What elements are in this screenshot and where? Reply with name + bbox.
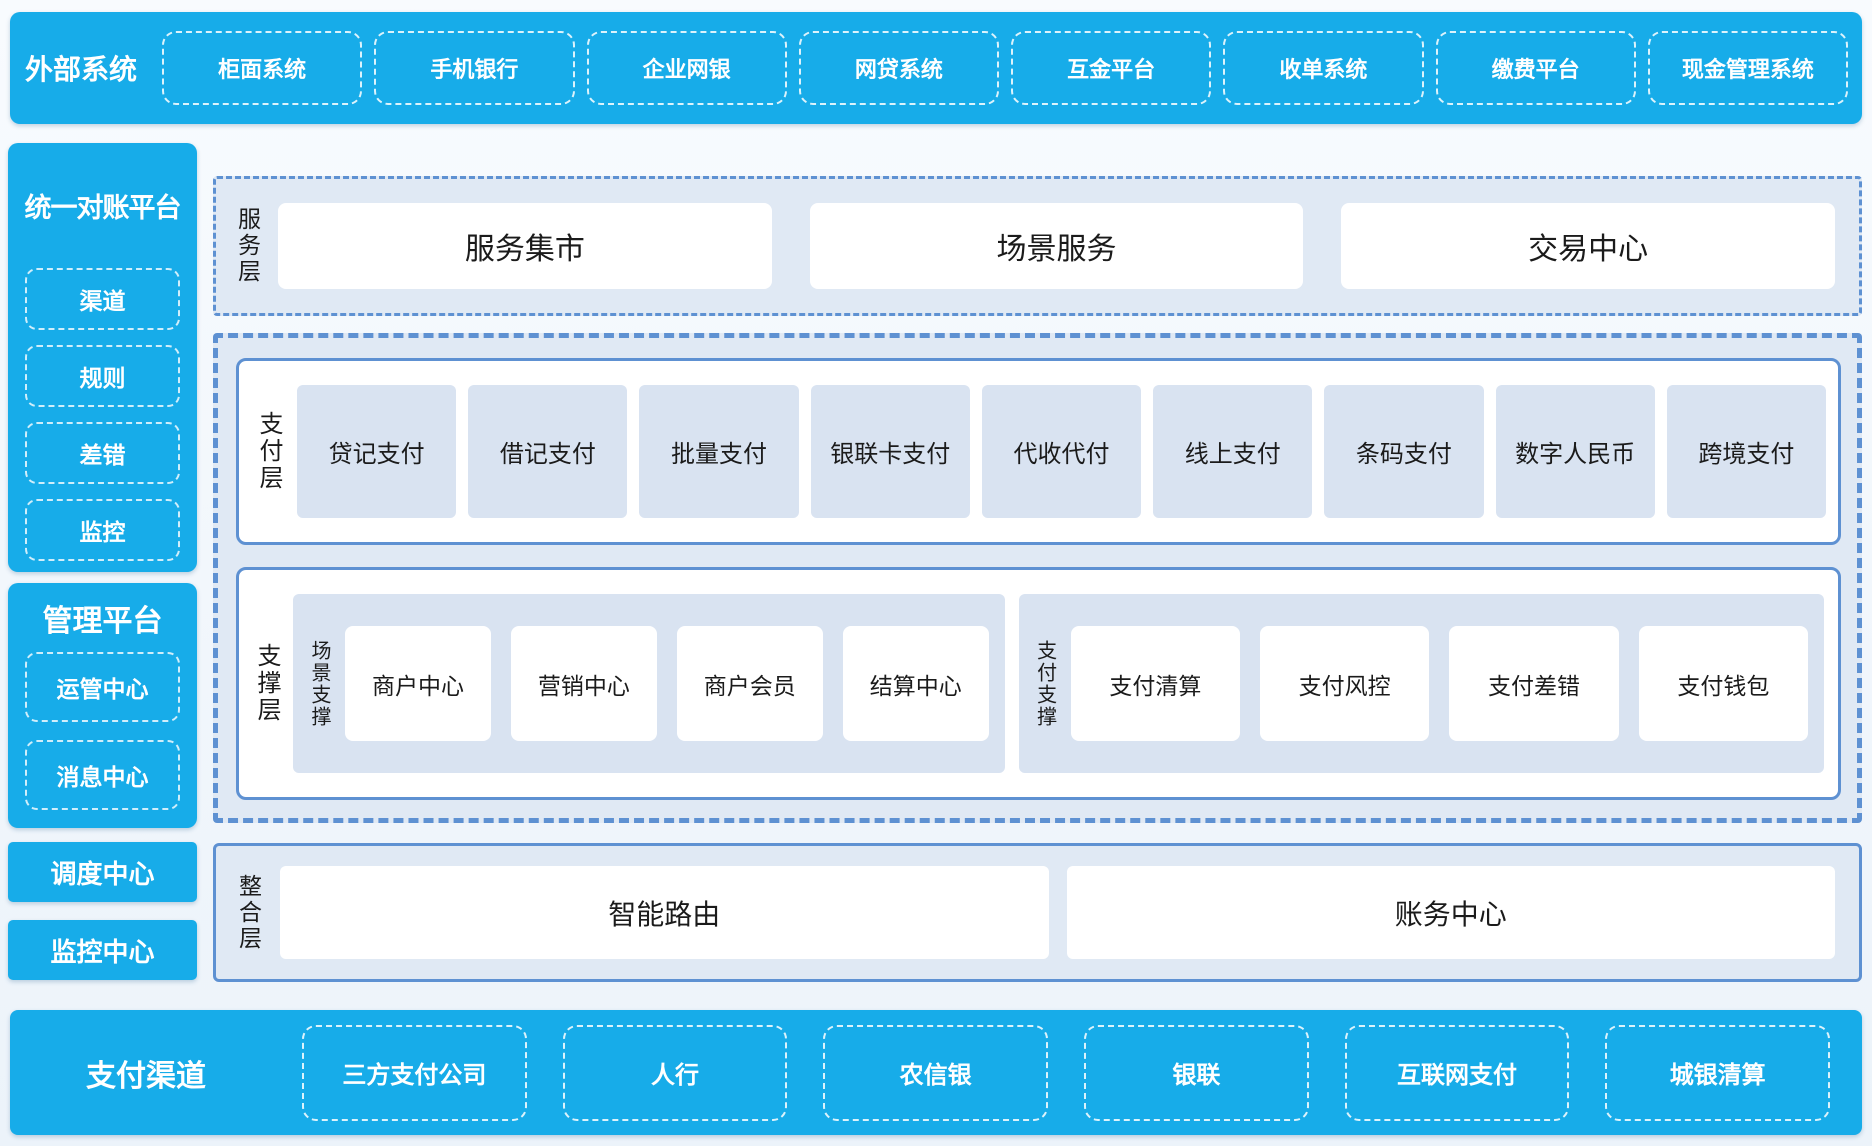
payment-channel-item: 人行 — [563, 1025, 788, 1121]
external-system-item: 柜面系统 — [162, 31, 362, 105]
payment-channels-items: 三方支付公司 人行 农信银 银联 互联网支付 城银清算 — [282, 1025, 1862, 1121]
payment-layer-panel: 支付层 贷记支付 借记支付 批量支付 银联卡支付 代收代付 线上支付 条码支付 … — [236, 358, 1841, 545]
support-layer-panel: 支撑层 场景支撑 商户中心 营销中心 商户会员 结算中心 支付支撑 支付清算 支… — [236, 567, 1841, 800]
management-item: 运管中心 — [25, 652, 180, 722]
integration-layer-label: 整合层 — [216, 846, 280, 979]
service-item: 服务集市 — [278, 203, 772, 289]
core-layers-container: 支付层 贷记支付 借记支付 批量支付 银联卡支付 代收代付 线上支付 条码支付 … — [213, 333, 1862, 823]
management-platform-panel: 管理平台 运管中心 消息中心 — [8, 583, 197, 828]
external-system-item: 收单系统 — [1223, 31, 1423, 105]
reconciliation-item: 差错 — [25, 422, 180, 484]
payment-support-item: 支付风控 — [1260, 626, 1429, 741]
payment-channel-item: 农信银 — [823, 1025, 1048, 1121]
external-system-item: 手机银行 — [374, 31, 574, 105]
service-layer-panel: 服务层 服务集市 场景服务 交易中心 — [213, 176, 1862, 316]
scene-support-label: 场景支撑 — [293, 594, 345, 773]
payment-item: 批量支付 — [639, 385, 798, 518]
reconciliation-platform-title: 统一对账平台 — [8, 143, 197, 268]
integration-layer-panel: 整合层 智能路由 账务中心 — [213, 843, 1862, 982]
external-systems-title: 外部系统 — [10, 48, 152, 88]
payment-channel-item: 互联网支付 — [1345, 1025, 1570, 1121]
payment-support-item: 支付差错 — [1449, 626, 1618, 741]
payment-support-item: 支付钱包 — [1639, 626, 1808, 741]
external-system-item: 网贷系统 — [799, 31, 999, 105]
payment-channels-title: 支付渠道 — [10, 1051, 282, 1095]
dispatch-center-box: 调度中心 — [8, 842, 197, 902]
payment-item: 借记支付 — [468, 385, 627, 518]
management-item: 消息中心 — [25, 740, 180, 810]
payment-support-group: 支付支撑 支付清算 支付风控 支付差错 支付钱包 — [1019, 594, 1824, 773]
payment-item: 银联卡支付 — [811, 385, 970, 518]
payment-item: 贷记支付 — [297, 385, 456, 518]
payment-item: 条码支付 — [1324, 385, 1483, 518]
payment-item: 线上支付 — [1153, 385, 1312, 518]
payment-item: 跨境支付 — [1667, 385, 1826, 518]
scene-support-item: 营销中心 — [511, 626, 657, 741]
payment-channel-item: 三方支付公司 — [302, 1025, 527, 1121]
payment-layer-label: 支付层 — [239, 361, 297, 542]
payment-channel-item: 银联 — [1084, 1025, 1309, 1121]
external-systems-items: 柜面系统 手机银行 企业网银 网贷系统 互金平台 收单系统 缴费平台 现金管理系… — [152, 31, 1862, 105]
scene-support-item: 商户中心 — [345, 626, 491, 741]
reconciliation-item: 监控 — [25, 499, 180, 561]
payment-channel-item: 城银清算 — [1605, 1025, 1830, 1121]
payment-channels-bar: 支付渠道 三方支付公司 人行 农信银 银联 互联网支付 城银清算 — [10, 1010, 1862, 1135]
support-layer-label: 支撑层 — [239, 570, 293, 797]
payment-item: 代收代付 — [982, 385, 1141, 518]
service-layer-label: 服务层 — [216, 179, 278, 313]
payment-item: 数字人民币 — [1496, 385, 1655, 518]
integration-item: 账务中心 — [1067, 866, 1836, 959]
scene-support-item: 结算中心 — [843, 626, 989, 741]
scene-support-group: 场景支撑 商户中心 营销中心 商户会员 结算中心 — [293, 594, 1005, 773]
external-system-item: 企业网银 — [587, 31, 787, 105]
external-system-item: 现金管理系统 — [1648, 31, 1848, 105]
integration-item: 智能路由 — [280, 866, 1049, 959]
payment-architecture-diagram: { "colors": { "bright_blue": "#17ACE9", … — [0, 0, 1872, 1146]
external-systems-bar: 外部系统 柜面系统 手机银行 企业网银 网贷系统 互金平台 收单系统 缴费平台 … — [10, 12, 1862, 124]
service-item: 场景服务 — [810, 203, 1304, 289]
monitoring-center-box: 监控中心 — [8, 920, 197, 980]
reconciliation-item: 渠道 — [25, 268, 180, 330]
service-item: 交易中心 — [1341, 203, 1835, 289]
payment-support-item: 支付清算 — [1071, 626, 1240, 741]
external-system-item: 互金平台 — [1011, 31, 1211, 105]
reconciliation-platform-panel: 统一对账平台 渠道 规则 差错 监控 — [8, 143, 197, 572]
reconciliation-item: 规则 — [25, 345, 180, 407]
external-system-item: 缴费平台 — [1436, 31, 1636, 105]
management-platform-title: 管理平台 — [8, 583, 197, 652]
payment-support-label: 支付支撑 — [1019, 594, 1071, 773]
scene-support-item: 商户会员 — [677, 626, 823, 741]
